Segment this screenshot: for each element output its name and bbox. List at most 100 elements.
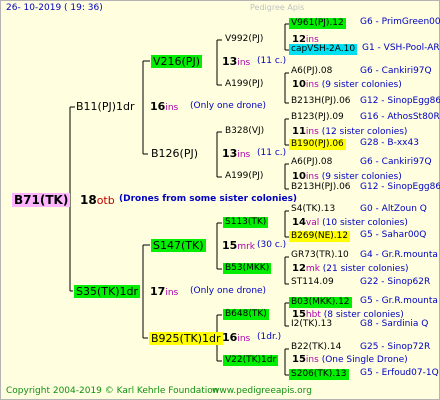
gen4-label-3: ins xyxy=(305,127,319,137)
gen4-queen-6[interactable]: B53(MKK) xyxy=(223,263,272,274)
gen5-genealogy-10: G5 - Sahar00Q xyxy=(360,230,427,240)
gen4-count-3: 11 xyxy=(292,126,306,137)
gen3-count-2: 13 xyxy=(222,147,238,160)
gen3-ins-1: 13ins xyxy=(222,56,250,68)
gen4-note-2: (9 sister colonies) xyxy=(321,80,402,90)
gen3-ins-3: 15mrk xyxy=(222,240,255,252)
gen4-note-8: (One Single Drone) xyxy=(321,355,408,365)
gen5-queen-16[interactable]: S206(TK).13 xyxy=(289,369,349,380)
gen5-genealogy-12: G22 - Sinop62R xyxy=(360,277,431,287)
gen2-ins-1: 16ins xyxy=(150,101,178,113)
gen5-queen-9[interactable]: S4(TK).13 xyxy=(291,205,335,214)
gen4-label-5: val xyxy=(305,218,320,228)
gen5-queen-7[interactable]: A6(PJ).08 xyxy=(291,158,332,167)
gen2-label-1: ins xyxy=(165,103,179,113)
gen4-label-6: mk xyxy=(305,264,320,274)
gen2-count-1: 16 xyxy=(150,100,166,113)
gen4-note-3: (12 sister colonies) xyxy=(321,127,408,137)
gen4-ins-3: 11ins (12 sister colonies) xyxy=(292,127,407,137)
gen5-genealogy-14: G8 - Sardinia Q xyxy=(360,319,429,329)
gen5-queen-10[interactable]: B269(NE).12 xyxy=(289,231,351,242)
gen2-count-2: 17 xyxy=(150,285,166,298)
gen5-queen-4[interactable]: B213H(PJ).06 xyxy=(291,97,351,106)
gen4-queen-8[interactable]: V22(TK)1dr xyxy=(223,355,279,366)
gen4-queen-7[interactable]: B648(TK) xyxy=(223,309,269,320)
gen5-genealogy-11: G4 - Gr.R.mounta xyxy=(360,250,438,260)
gen5-queen-1[interactable]: V961(PJ).12 xyxy=(289,18,346,29)
gen5-genealogy-4: G12 - SinopEgg86R xyxy=(360,96,440,106)
gen3-note-4: (1dr.) xyxy=(257,332,282,342)
gen4-label-4: ins xyxy=(305,172,319,182)
gen4-label-2: ins xyxy=(305,80,319,90)
gen4-ins-5: 14val (10 sister colonies) xyxy=(292,218,408,228)
gen3-count-1: 13 xyxy=(222,55,238,68)
gen4-ins-6: 12mk (21 sister colonies) xyxy=(292,264,409,274)
gen5-queen-5[interactable]: B123(PJ).09 xyxy=(291,113,344,122)
gen4-label-8: ins xyxy=(305,355,319,365)
root-queen[interactable]: B71(TK) xyxy=(12,193,71,207)
gen4-ins-4: 10ins (9 sister colonies) xyxy=(292,172,402,182)
gen3-ins-2: 13ins xyxy=(222,148,250,160)
gen4-count-8: 15 xyxy=(292,354,306,365)
gen5-genealogy-13: G5 - Gr.R.mounta xyxy=(360,296,438,306)
gen5-queen-3[interactable]: A6(PJ).08 xyxy=(291,67,332,76)
gen5-genealogy-8: G12 - SinopEgg86R xyxy=(360,182,440,192)
gen5-genealogy-1: G6 - PrimGreen00 xyxy=(360,17,440,27)
gen3-queen-4[interactable]: B925(TK)1dr xyxy=(149,332,223,345)
gen3-label-4: ins xyxy=(237,334,251,344)
gen2-label-2: ins xyxy=(165,288,179,298)
gen4-queen-3[interactable]: B328(VJ) xyxy=(225,127,264,136)
copyright-text: Copyright 2004-2019 © Karl Kehrle Founda… xyxy=(6,386,219,396)
gen2-note-1: (Only one drone) xyxy=(190,101,267,111)
gen5-genealogy-2: G1 - VSH-Pool-AR xyxy=(362,43,440,53)
gen3-queen-1[interactable]: V216(PJ) xyxy=(151,55,202,68)
timestamp: 26- 10-2019 ( 19: 36) xyxy=(6,3,103,13)
gen2-queen-1[interactable]: B11(PJ)1dr xyxy=(76,101,135,112)
gen2-note-2: (Only one drone) xyxy=(190,286,267,296)
gen5-genealogy-5: G16 - AthosSt80R xyxy=(360,112,440,122)
gen3-note-3: (30 c.) xyxy=(257,240,287,250)
gen5-queen-11[interactable]: GR73(TR).10 xyxy=(291,251,349,260)
gen4-count-5: 14 xyxy=(292,217,306,228)
gen5-queen-13[interactable]: B03(MKK).12 xyxy=(289,297,352,308)
gen4-count-6: 12 xyxy=(292,263,306,274)
gen3-label-1: ins xyxy=(237,58,251,68)
gen5-genealogy-6: G28 - B-xx43 xyxy=(360,138,419,148)
gen5-queen-14[interactable]: I2(TK).13 xyxy=(291,320,332,329)
gen3-label-2: ins xyxy=(237,150,251,160)
gen5-genealogy-3: G6 - Cankiri97Q xyxy=(360,66,432,76)
gen3-queen-2[interactable]: B126(PJ) xyxy=(151,148,198,159)
gen3-note-1: (11 c.) xyxy=(257,56,287,66)
gen5-genealogy-7: G6 - Cankiri97Q xyxy=(360,157,432,167)
gen3-ins-4: 16ins xyxy=(222,332,250,344)
gen4-queen-1[interactable]: V992(PJ) xyxy=(225,35,263,44)
gen3-count-3: 15 xyxy=(222,239,238,252)
gen5-queen-6[interactable]: B190(PJ).06 xyxy=(289,139,346,150)
gen3-count-4: 16 xyxy=(222,331,238,344)
gen3-label-3: mrk xyxy=(237,242,255,252)
gen5-queen-12[interactable]: ST114.09 xyxy=(291,278,334,287)
gen5-genealogy-16: G5 - Erfoud07-1Q xyxy=(360,368,439,378)
gen5-genealogy-15: G25 - Sinop72R xyxy=(360,342,431,352)
gen4-note-6: (21 sister colonies) xyxy=(322,264,409,274)
gen4-count-2: 10 xyxy=(292,79,306,90)
gen5-queen-2[interactable]: capVSH-2A.10 xyxy=(289,44,358,55)
gen5-genealogy-9: G0 - AltZoun Q xyxy=(360,204,427,214)
gen3-note-2: (11 c.) xyxy=(257,148,287,158)
gen4-queen-2[interactable]: A199(PJ) xyxy=(225,80,263,89)
root-note: (Drones from some sister colonies) xyxy=(119,194,298,204)
root-label: otb xyxy=(96,194,115,207)
root-inseminate: 18otb xyxy=(80,194,115,207)
gen4-ins-2: 10ins (9 sister colonies) xyxy=(292,80,402,90)
gen5-queen-8[interactable]: B213H(PJ).06 xyxy=(291,183,351,192)
site-link[interactable]: www.pedigreeapis.org xyxy=(212,387,312,396)
gen4-queen-5[interactable]: S113(TK) xyxy=(223,217,269,228)
gen2-ins-2: 17ins xyxy=(150,286,178,298)
gen4-queen-4[interactable]: A199(PJ) xyxy=(225,172,263,181)
gen4-note-5: (10 sister colonies) xyxy=(322,218,408,228)
gen2-queen-2[interactable]: S35(TK)1dr xyxy=(74,285,140,298)
gen3-queen-3[interactable]: S147(TK) xyxy=(151,239,206,252)
gen4-note-4: (9 sister colonies) xyxy=(321,172,402,182)
gen4-ins-8: 15ins (One Single Drone) xyxy=(292,355,408,365)
gen5-queen-15[interactable]: B22(TK).14 xyxy=(291,343,341,352)
